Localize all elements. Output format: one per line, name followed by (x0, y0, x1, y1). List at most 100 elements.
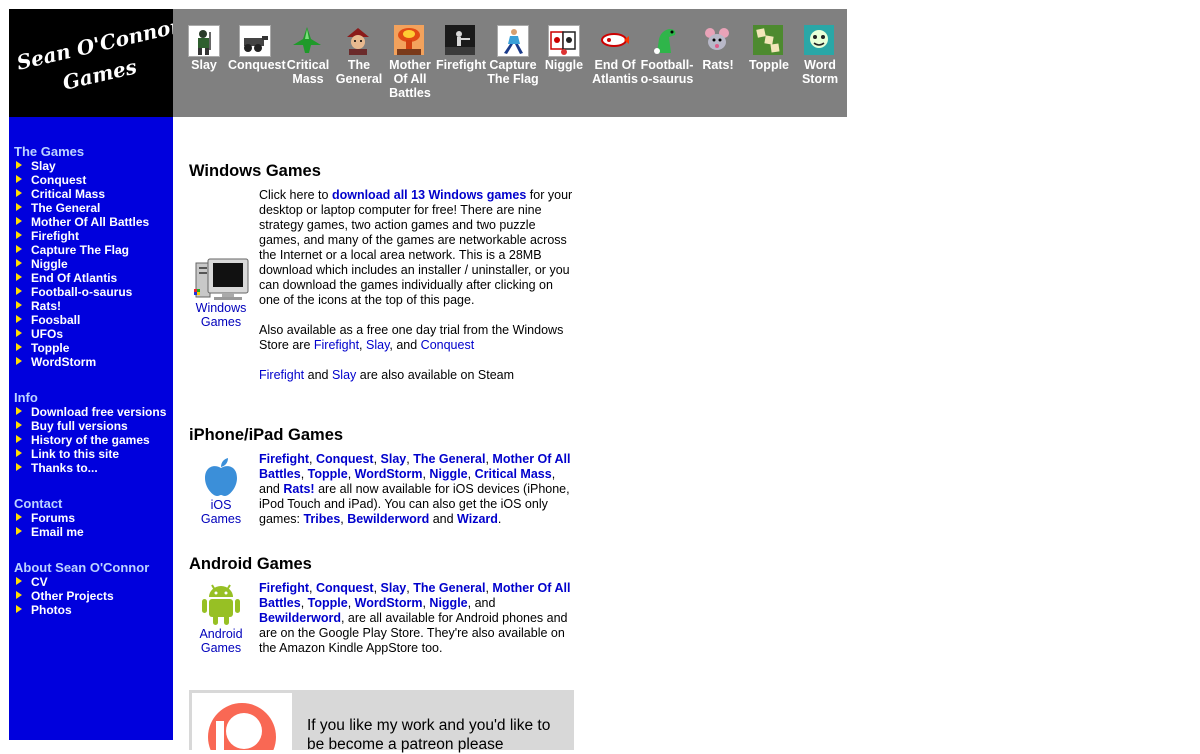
nav-item-niggle[interactable]: Niggle (16, 257, 68, 271)
ios-the-general-link[interactable]: The General (413, 452, 485, 466)
nav-item-link-to-site[interactable]: Link to this site (16, 447, 119, 461)
android-icon-label-2: Games (200, 641, 242, 655)
windows-computer-icon (194, 258, 249, 300)
nav-item-football-o-saurus[interactable]: Football-o-saurus (16, 285, 132, 299)
steam-slay-link[interactable]: Slay (332, 368, 356, 382)
nav-item-buy-full[interactable]: Buy full versions (16, 419, 128, 433)
nav-item-slay[interactable]: Slay (16, 159, 56, 173)
nav-item-wordstorm[interactable]: WordStorm (16, 355, 96, 369)
arrow-icon (16, 259, 22, 267)
windows-games-link[interactable]: Windows Games (189, 257, 253, 329)
nav-item-cv[interactable]: CV (16, 575, 48, 589)
top-game-label: Rats! (702, 58, 734, 72)
rats-icon (702, 25, 734, 57)
ios-niggle-link[interactable]: Niggle (429, 467, 467, 481)
patreon-logo-icon (208, 703, 276, 750)
arrow-icon (16, 591, 22, 599)
ios-conquest-link[interactable]: Conquest (316, 452, 374, 466)
android-conquest-link[interactable]: Conquest (316, 581, 374, 595)
top-game-conquest[interactable]: Conquest (228, 25, 286, 72)
nav-heading-info: Info (14, 390, 38, 405)
nav-item-email[interactable]: Email me (16, 525, 84, 539)
ios-games-link[interactable]: iOS Games (189, 456, 253, 526)
top-game-critical-mass[interactable]: Critical Mass (281, 25, 335, 86)
top-game-slay[interactable]: Slay (177, 25, 231, 72)
patreon-logo-link[interactable] (192, 693, 292, 750)
football-o-saurus-icon (651, 25, 683, 57)
top-game-label: Mother Of All Battles (389, 58, 431, 100)
top-game-label: Topple (748, 58, 790, 72)
top-game-topple[interactable]: Topple (742, 25, 796, 72)
ios-topple-link[interactable]: Topple (308, 467, 348, 481)
top-game-word-storm[interactable]: Word Storm (793, 25, 847, 86)
windows-section-title: Windows Games (189, 162, 321, 180)
nav-item-end-of-atlantis[interactable]: End Of Atlantis (16, 271, 117, 285)
top-game-the-general[interactable]: The General (332, 25, 386, 86)
android-games-link[interactable]: Android Games (189, 583, 253, 655)
top-game-label: Slay (191, 58, 217, 72)
android-wordstorm-link[interactable]: WordStorm (355, 596, 423, 610)
arrow-icon (16, 329, 22, 337)
store-firefight-link[interactable]: Firefight (314, 338, 359, 352)
ios-tribes-link[interactable]: Tribes (303, 512, 340, 526)
arrow-icon (16, 577, 22, 585)
android-niggle-link[interactable]: Niggle (429, 596, 467, 610)
android-slay-link[interactable]: Slay (381, 581, 407, 595)
top-game-capture-the-flag[interactable]: Capture The Flag (486, 25, 540, 86)
arrow-icon (16, 287, 22, 295)
top-game-mother-of-all-battles[interactable]: Mother Of All Battles (383, 25, 437, 100)
ios-wizard-link[interactable]: Wizard (457, 512, 498, 526)
ios-wordstorm-link[interactable]: WordStorm (355, 467, 423, 481)
nav-item-foosball[interactable]: Foosball (16, 313, 80, 327)
nav-item-topple[interactable]: Topple (16, 341, 69, 355)
download-all-windows-link[interactable]: download all 13 Windows games (332, 188, 526, 202)
end-of-atlantis-icon (599, 25, 631, 57)
arrow-icon (16, 203, 22, 211)
android-the-general-link[interactable]: The General (413, 581, 485, 595)
ios-bewilderword-link[interactable]: Bewilderword (347, 512, 429, 526)
nav-item-history[interactable]: History of the games (16, 433, 150, 447)
ios-critical-mass-link[interactable]: Critical Mass (475, 467, 552, 481)
top-game-rats[interactable]: Rats! (691, 25, 745, 72)
windows-icon-label-2: Games (200, 315, 242, 329)
nav-item-ufos[interactable]: UFOs (16, 327, 63, 341)
site-logo[interactable]: Sean O'Connor's Games (9, 9, 173, 117)
word-storm-icon (804, 25, 836, 57)
ios-firefight-link[interactable]: Firefight (259, 452, 309, 466)
nav-item-thanks[interactable]: Thanks to... (16, 461, 98, 475)
nav-item-rats[interactable]: Rats! (16, 299, 61, 313)
android-firefight-link[interactable]: Firefight (259, 581, 309, 595)
nav-item-conquest[interactable]: Conquest (16, 173, 86, 187)
ios-rats-link[interactable]: Rats! (283, 482, 314, 496)
top-game-end-of-atlantis[interactable]: End Of Atlantis (588, 25, 642, 86)
nav-item-download-free[interactable]: Download free versions (16, 405, 166, 419)
nav-heading-about: About Sean O'Connor (14, 560, 150, 575)
nav-item-the-general[interactable]: The General (16, 201, 100, 215)
nav-heading-games: The Games (14, 144, 85, 159)
android-topple-link[interactable]: Topple (308, 596, 348, 610)
nav-item-forums[interactable]: Forums (16, 511, 75, 525)
nav-item-other-projects[interactable]: Other Projects (16, 589, 114, 603)
nav-item-firefight[interactable]: Firefight (16, 229, 79, 243)
top-game-label: Firefight (436, 58, 486, 72)
store-conquest-link[interactable]: Conquest (421, 338, 475, 352)
arrow-icon (16, 343, 22, 351)
ios-slay-link[interactable]: Slay (381, 452, 407, 466)
critical-mass-icon (292, 25, 324, 57)
arrow-icon (16, 435, 22, 443)
arrow-icon (16, 189, 22, 197)
android-bewilderword-link[interactable]: Bewilderword (259, 611, 341, 625)
nav-item-critical-mass[interactable]: Critical Mass (16, 187, 105, 201)
store-slay-link[interactable]: Slay (366, 338, 389, 352)
top-game-football-o-saurus[interactable]: Football-o-saurus (640, 25, 694, 86)
nav-item-photos[interactable]: Photos (16, 603, 72, 617)
nav-item-capture-the-flag[interactable]: Capture The Flag (16, 243, 129, 257)
mother-of-all-battles-icon (394, 25, 426, 57)
top-game-firefight[interactable]: Firefight (434, 25, 488, 72)
niggle-icon (548, 25, 580, 57)
nav-item-mother-of-all-battles[interactable]: Mother Of All Battles (16, 215, 149, 229)
steam-firefight-link[interactable]: Firefight (259, 368, 304, 382)
apple-icon (205, 458, 237, 496)
android-icon (202, 584, 240, 625)
top-game-niggle[interactable]: Niggle (537, 25, 591, 72)
